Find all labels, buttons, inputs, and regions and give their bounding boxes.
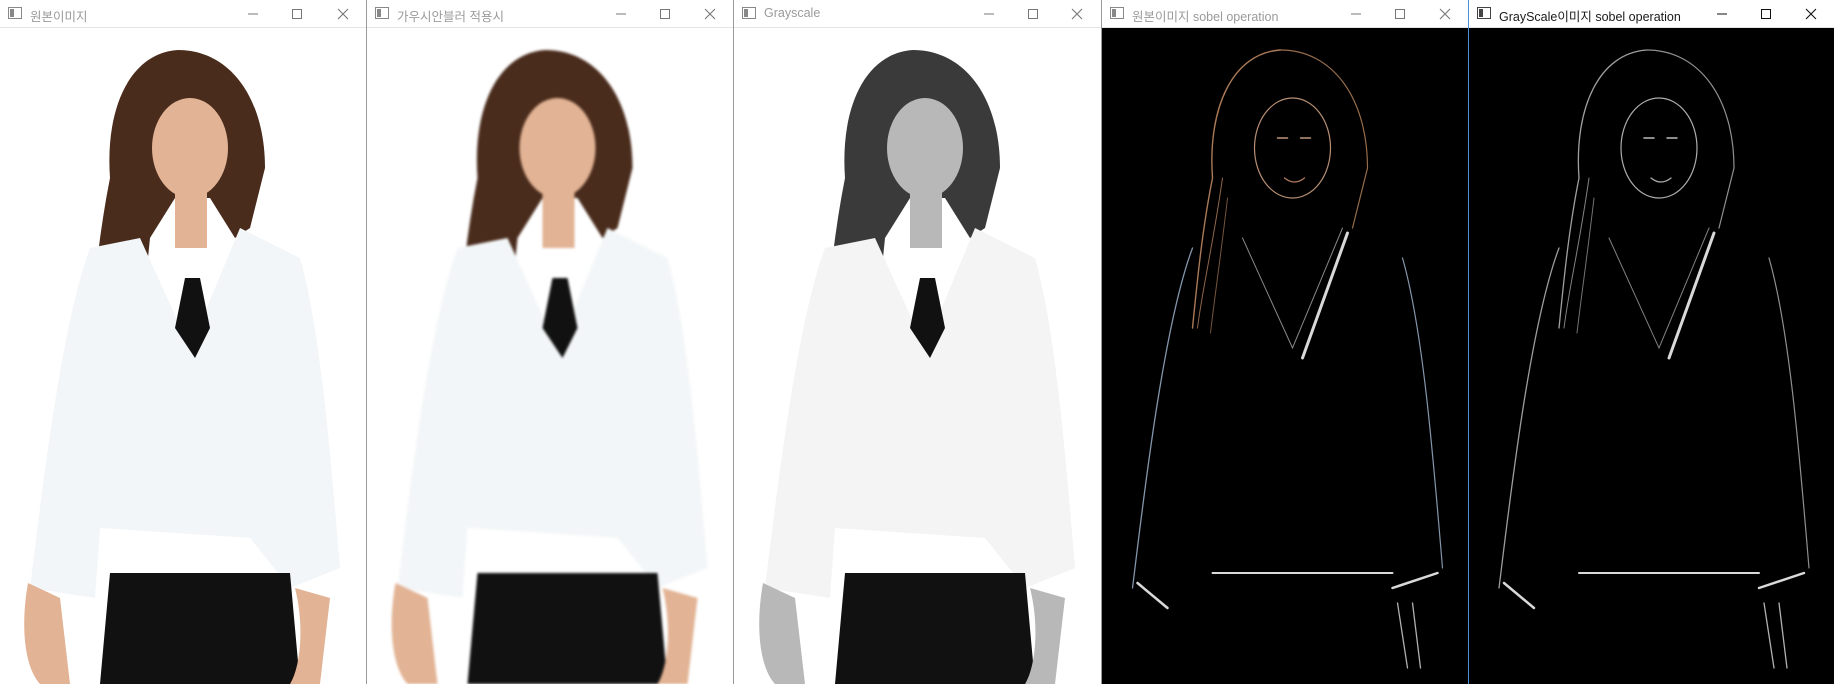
close-button[interactable]: [1788, 0, 1834, 28]
close-button[interactable]: [1422, 0, 1468, 28]
minimize-icon: [1351, 13, 1361, 15]
maximize-icon: [1395, 9, 1405, 19]
figure-image-blurred: [391, 50, 708, 684]
minimize-button[interactable]: [966, 0, 1012, 28]
window-titlebar[interactable]: GrayScale이미지 sobel operation: [1469, 0, 1834, 28]
maximize-icon: [1028, 9, 1038, 19]
image-viewport: [1469, 28, 1834, 684]
close-button[interactable]: [687, 0, 733, 28]
app-icon: [742, 7, 756, 19]
app-icon: [375, 7, 389, 19]
maximize-icon: [1761, 9, 1771, 19]
figure-image-sobel-color: [1131, 49, 1444, 669]
image-viewport: [0, 28, 366, 684]
image-viewport: [367, 28, 733, 684]
minimize-icon: [984, 13, 994, 15]
minimize-icon: [616, 13, 626, 15]
window-original[interactable]: 원본이미지: [0, 0, 366, 684]
maximize-button[interactable]: [1010, 0, 1056, 28]
figure-image-original: [24, 50, 340, 684]
maximize-button[interactable]: [1743, 0, 1789, 28]
app-icon: [8, 7, 22, 19]
window-titlebar[interactable]: 원본이미지 sobel operation: [1102, 0, 1468, 28]
window-titlebar[interactable]: Grayscale: [734, 0, 1101, 28]
window-titlebar[interactable]: 원본이미지: [0, 0, 366, 28]
window-title: 원본이미지: [30, 10, 88, 24]
close-icon: [1071, 8, 1083, 20]
window-titlebar[interactable]: 가우시안블러 적용시: [367, 0, 733, 28]
window-grayscale[interactable]: Grayscale: [733, 0, 1101, 684]
app-icon: [1477, 7, 1491, 19]
close-icon: [1805, 8, 1817, 20]
minimize-button[interactable]: [1333, 0, 1379, 28]
window-title: 가우시안블러 적용시: [397, 10, 504, 24]
maximize-button[interactable]: [642, 0, 688, 28]
window-title: 원본이미지 sobel operation: [1132, 10, 1279, 24]
window-sobel-grayscale[interactable]: GrayScale이미지 sobel operation: [1468, 0, 1834, 684]
window-title: GrayScale이미지 sobel operation: [1499, 10, 1681, 24]
image-viewport: [1102, 28, 1468, 684]
close-button[interactable]: [1054, 0, 1100, 28]
window-title: Grayscale: [764, 6, 821, 20]
minimize-button[interactable]: [598, 0, 644, 28]
maximize-icon: [292, 9, 302, 19]
maximize-icon: [660, 9, 670, 19]
close-icon: [337, 8, 349, 20]
figure-image-grayscale: [759, 50, 1075, 684]
window-sobel-original[interactable]: 원본이미지 sobel operation: [1101, 0, 1468, 684]
minimize-icon: [1717, 13, 1727, 15]
close-icon: [1439, 8, 1451, 20]
minimize-icon: [248, 13, 258, 15]
maximize-button[interactable]: [1377, 0, 1423, 28]
app-icon: [1110, 7, 1124, 19]
minimize-button[interactable]: [1699, 0, 1745, 28]
window-gaussian-blur[interactable]: 가우시안블러 적용시: [366, 0, 733, 684]
close-icon: [704, 8, 716, 20]
close-button[interactable]: [320, 0, 366, 28]
figure-image-sobel-gray: [1498, 49, 1810, 669]
image-viewport: [734, 28, 1101, 684]
minimize-button[interactable]: [230, 0, 276, 28]
maximize-button[interactable]: [274, 0, 320, 28]
